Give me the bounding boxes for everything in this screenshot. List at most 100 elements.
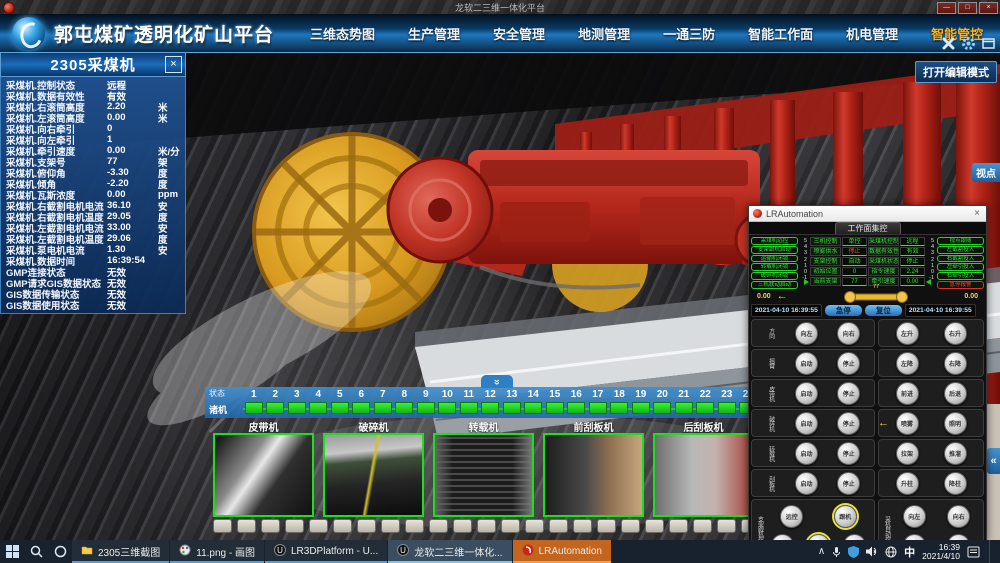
- round-button[interactable]: 照明: [944, 412, 967, 435]
- round-button[interactable]: 右降: [944, 352, 967, 375]
- support-icon[interactable]: [261, 519, 280, 533]
- support-status-indicator[interactable]: [266, 402, 284, 414]
- round-button[interactable]: 左升: [896, 322, 919, 345]
- camera-thumbnail[interactable]: [653, 433, 750, 517]
- round-button[interactable]: 停止: [837, 412, 860, 435]
- support-icon[interactable]: [213, 519, 232, 533]
- support-status-indicator[interactable]: [460, 402, 478, 414]
- window-mode-icon[interactable]: [981, 36, 996, 51]
- round-button[interactable]: 停止: [837, 352, 860, 375]
- lr-close-icon[interactable]: ×: [972, 208, 982, 219]
- support-icon[interactable]: [549, 519, 568, 533]
- support-icon[interactable]: [405, 519, 424, 533]
- security-shield-icon[interactable]: [848, 546, 859, 558]
- start-button[interactable]: [0, 540, 24, 563]
- lr-right-button-1[interactable]: 左截割投入: [937, 246, 984, 254]
- support-status-indicator[interactable]: [675, 402, 693, 414]
- lr-left-button-4[interactable]: 破碎机闭锁: [751, 272, 798, 280]
- round-button[interactable]: 启动: [795, 442, 818, 465]
- support-status-indicator[interactable]: [374, 402, 392, 414]
- nav-item-0[interactable]: 三维态势图: [310, 24, 375, 43]
- support-icon[interactable]: [333, 519, 352, 533]
- round-button[interactable]: 启动: [795, 472, 818, 495]
- taskbar-item-1[interactable]: 11.png - 画图: [170, 540, 264, 563]
- support-icon[interactable]: [237, 519, 256, 533]
- ime-indicator[interactable]: 中: [904, 544, 915, 560]
- support-icon[interactable]: [669, 519, 688, 533]
- round-button[interactable]: 喷雾: [896, 412, 919, 435]
- gear-icon[interactable]: [961, 36, 976, 51]
- maximize-button[interactable]: □: [958, 2, 977, 14]
- tools-icon[interactable]: [941, 36, 956, 51]
- support-status-indicator[interactable]: [309, 402, 327, 414]
- round-button[interactable]: 前进: [896, 382, 919, 405]
- support-status-indicator[interactable]: [331, 402, 349, 414]
- support-icon[interactable]: [597, 519, 616, 533]
- round-button[interactable]: 右升: [944, 322, 967, 345]
- camera-thumbnail[interactable]: [433, 433, 534, 517]
- support-icon[interactable]: [645, 519, 664, 533]
- lr-titlebar[interactable]: LRAutomation ×: [749, 206, 986, 222]
- taskbar-item-2[interactable]: ULR3DPlatform - U...: [265, 540, 387, 563]
- reset-button[interactable]: 复位: [865, 305, 902, 316]
- support-icon[interactable]: [477, 519, 496, 533]
- round-button[interactable]: 启动: [795, 382, 818, 405]
- round-button[interactable]: 后退: [944, 382, 967, 405]
- round-button[interactable]: 推溜: [944, 442, 967, 465]
- support-status-indicator[interactable]: [718, 402, 736, 414]
- taskbar-item-0[interactable]: 2305三维截图: [72, 540, 169, 563]
- lr-left-button-3[interactable]: 转载机闭锁: [751, 263, 798, 271]
- support-status-indicator[interactable]: [739, 402, 748, 414]
- lr-right-button-2[interactable]: 右截割投入: [937, 255, 984, 263]
- support-icon[interactable]: [309, 519, 328, 533]
- lr-left-button-5[interactable]: 三机联动启动: [751, 281, 798, 289]
- camera-thumbnail[interactable]: [323, 433, 424, 517]
- support-icon[interactable]: [525, 519, 544, 533]
- minimize-button[interactable]: —: [937, 2, 956, 14]
- round-button[interactable]: 停止: [837, 442, 860, 465]
- support-icon[interactable]: [621, 519, 640, 533]
- nav-item-6[interactable]: 机电管理: [846, 24, 898, 43]
- tray-expand-icon[interactable]: ∧: [818, 546, 825, 557]
- support-status-indicator[interactable]: [245, 402, 263, 414]
- support-status-indicator[interactable]: [653, 402, 671, 414]
- round-button[interactable]: 向右: [947, 505, 970, 528]
- status-collapse-chevron-icon[interactable]: «: [481, 375, 513, 388]
- lr-tab-workface-control[interactable]: 工作面集控: [835, 222, 901, 234]
- panel-collapse-tab[interactable]: «: [987, 448, 1000, 474]
- taskbar-item-3[interactable]: U龙软二三维一体化...: [388, 540, 511, 563]
- support-status-indicator[interactable]: [524, 402, 542, 414]
- nav-item-3[interactable]: 地测管理: [578, 24, 630, 43]
- network-icon[interactable]: [885, 546, 897, 558]
- lr-right-button-5[interactable]: 急停报警: [937, 281, 984, 289]
- nav-item-4[interactable]: 一通三防: [663, 24, 715, 43]
- support-icon[interactable]: [693, 519, 712, 533]
- lr-left-button-0[interactable]: 采煤机远控: [751, 237, 798, 245]
- viewpoint-tab[interactable]: 视点: [972, 163, 1000, 182]
- support-status-indicator[interactable]: [481, 402, 499, 414]
- round-button[interactable]: 向右: [837, 322, 860, 345]
- support-status-indicator[interactable]: [503, 402, 521, 414]
- support-icon[interactable]: [429, 519, 448, 533]
- round-button[interactable]: 向左: [903, 505, 926, 528]
- support-status-indicator[interactable]: [352, 402, 370, 414]
- lr-left-button-2[interactable]: 运输机闭锁: [751, 255, 798, 263]
- panel-close-icon[interactable]: ×: [165, 56, 182, 73]
- round-button[interactable]: 向左: [795, 322, 818, 345]
- support-icon[interactable]: [717, 519, 736, 533]
- round-button[interactable]: 停止: [837, 382, 860, 405]
- support-status-indicator[interactable]: [632, 402, 650, 414]
- support-status-indicator[interactable]: [438, 402, 456, 414]
- lr-right-button-3[interactable]: 左牵引投入: [937, 263, 984, 271]
- notification-icon[interactable]: [967, 546, 980, 558]
- support-status-indicator[interactable]: [610, 402, 628, 414]
- round-button[interactable]: 左降: [896, 352, 919, 375]
- round-button[interactable]: 升柱: [896, 472, 919, 495]
- lr-left-button-1[interactable]: 支架跟机启动: [751, 246, 798, 254]
- clock[interactable]: 16:39 2021/4/10: [922, 543, 960, 561]
- support-icon[interactable]: [285, 519, 304, 533]
- nav-item-2[interactable]: 安全管理: [493, 24, 545, 43]
- support-status-indicator[interactable]: [567, 402, 585, 414]
- support-status-indicator[interactable]: [417, 402, 435, 414]
- round-button[interactable]: 启动: [795, 412, 818, 435]
